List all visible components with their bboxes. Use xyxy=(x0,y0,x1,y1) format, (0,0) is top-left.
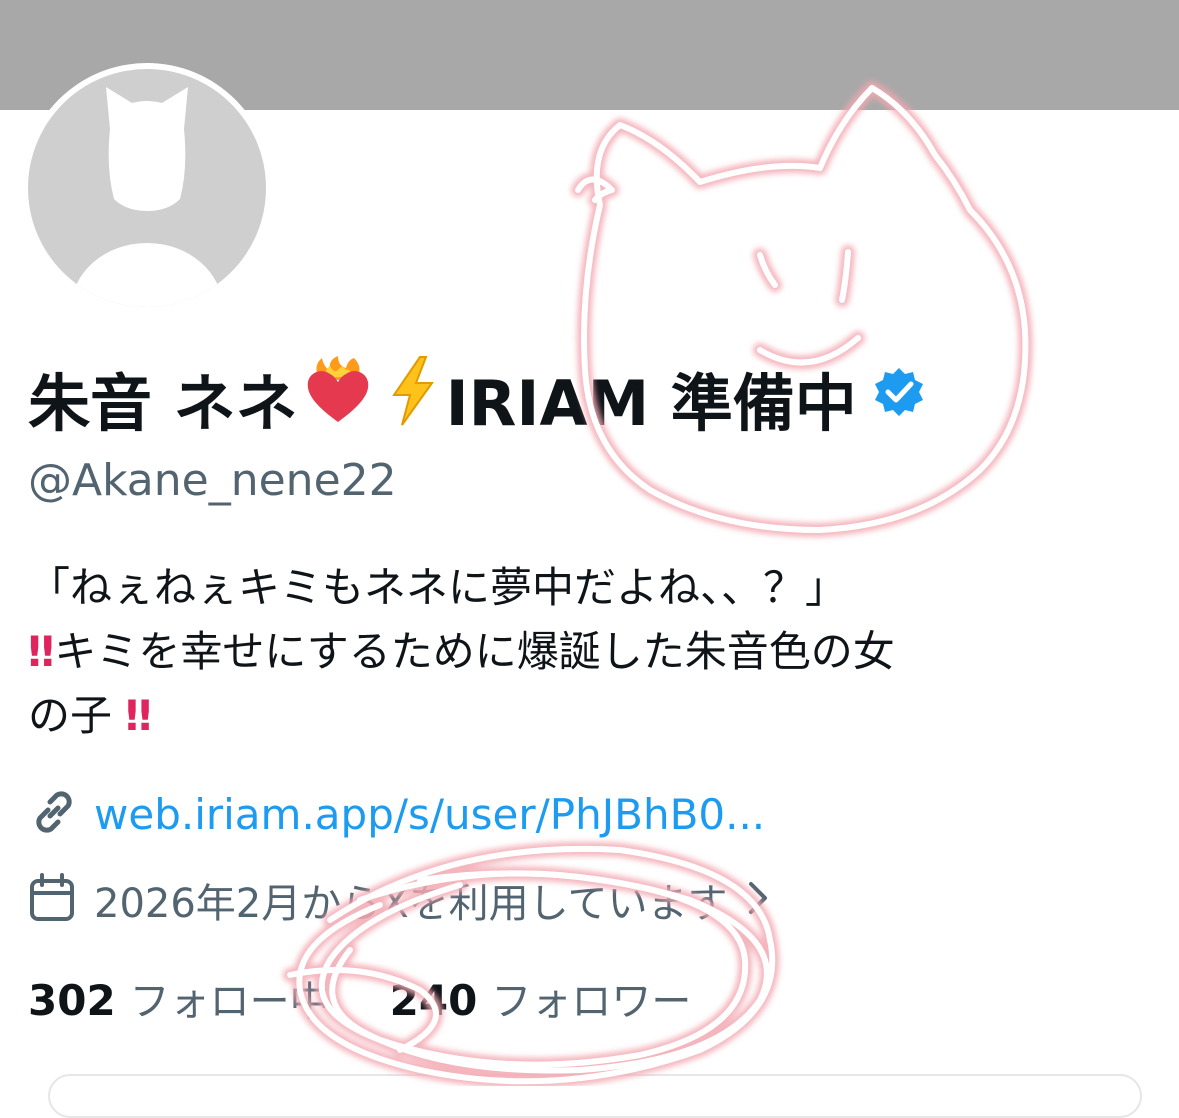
display-name-suffix: IRIAM 準備中 xyxy=(445,367,857,440)
calendar-icon xyxy=(28,873,76,927)
display-name: 朱音 ネネ IRIAM 準備中 xyxy=(28,355,927,441)
bio-line-3: の子 ‼ xyxy=(28,684,1148,748)
following-label: フォロー中 xyxy=(129,979,330,1025)
profile-bio: 「ねぇねぇキミもネネに夢中だよね、、？」 ‼キミを幸せにするために爆誕した朱音色… xyxy=(28,556,1148,748)
verified-badge-icon[interactable] xyxy=(871,362,927,435)
followers-count: 240 xyxy=(389,976,478,1025)
link-url[interactable]: web.iriam.app/s/user/PhJBhB0... xyxy=(94,790,765,839)
chevron-right-icon[interactable] xyxy=(745,878,771,922)
followers-link[interactable]: 240 フォロワー xyxy=(390,969,692,1027)
heart-on-fire-icon xyxy=(302,355,374,441)
follow-stats: 302 フォロー中 240 フォロワー xyxy=(28,966,691,1030)
display-name-text: 朱音 ネネ xyxy=(28,367,298,440)
link-icon xyxy=(28,786,80,842)
bio-line-1: 「ねぇねぇキミもネネに夢中だよね、、？」 xyxy=(28,563,848,612)
following-link[interactable]: 302 フォロー中 xyxy=(28,969,330,1027)
double-exclamation-icon: ‼ xyxy=(125,691,152,740)
bio-line-2: ‼キミを幸せにするために爆誕した朱音色の女 xyxy=(28,620,1148,684)
username-handle: @Akane_nene22 xyxy=(28,455,397,506)
edit-profile-button[interactable] xyxy=(48,1074,1142,1118)
profile-link[interactable]: web.iriam.app/s/user/PhJBhB0... xyxy=(28,782,765,846)
joined-info[interactable]: 2026年2月からXを利用しています xyxy=(28,868,771,932)
following-count: 302 xyxy=(28,976,116,1025)
bio-line-3-text: の子 xyxy=(28,691,113,740)
joined-date: 2026年2月からXを利用しています xyxy=(94,881,728,927)
bio-line-2-text: キミを幸せにするために爆誕した朱音色の女 xyxy=(54,627,895,676)
high-voltage-icon xyxy=(382,355,442,442)
avatar[interactable] xyxy=(22,63,272,313)
double-exclamation-icon: ‼ xyxy=(28,627,55,676)
default-avatar-icon xyxy=(28,69,266,307)
followers-label: フォロワー xyxy=(491,979,692,1025)
cat-face-scribble xyxy=(571,81,1033,537)
